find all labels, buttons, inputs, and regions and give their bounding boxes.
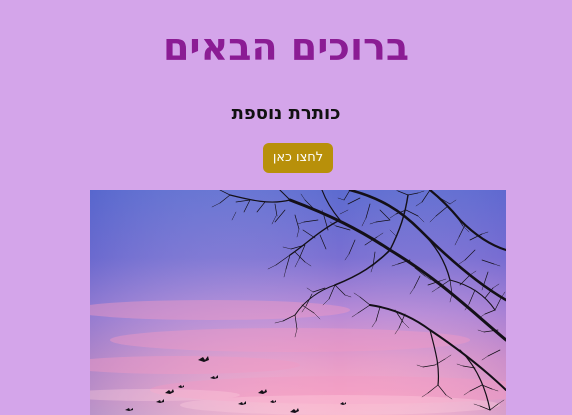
page-title: ברוכים הבאים [162,25,410,69]
sunset-photo [90,190,506,415]
page-subtitle: כותרת נוספת [231,103,341,124]
click-here-button[interactable]: לחצו כאן [263,143,333,173]
